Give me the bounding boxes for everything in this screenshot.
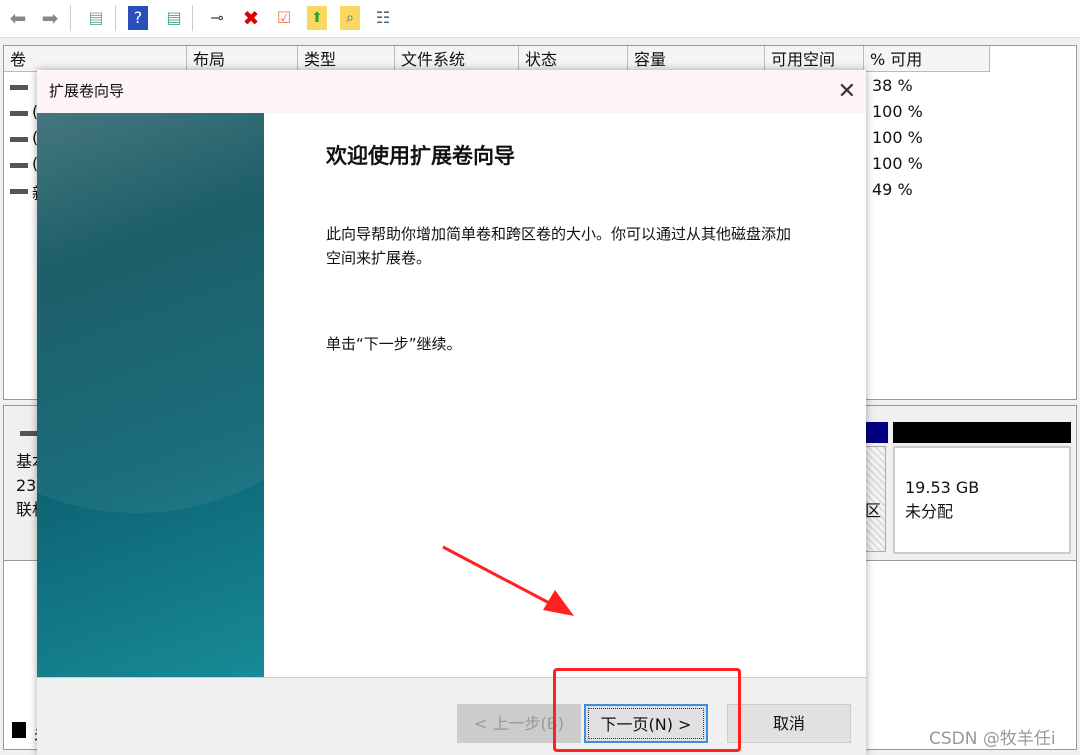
arrow-head: [543, 590, 574, 616]
annotation-arrow: [0, 0, 1080, 755]
arrow-shaft: [443, 547, 555, 606]
